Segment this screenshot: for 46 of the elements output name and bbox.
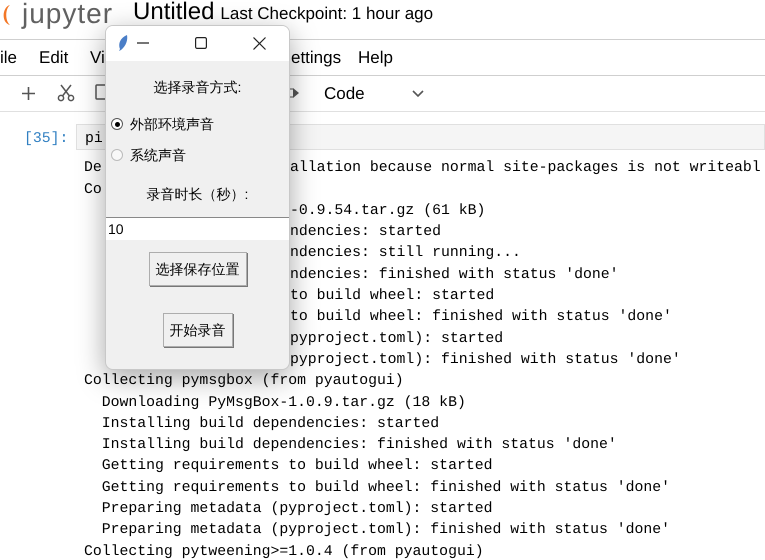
cell-prompt: [35]: bbox=[23, 130, 70, 149]
logo-icon bbox=[2, 4, 10, 26]
menu-item[interactable]: Vi bbox=[90, 44, 105, 70]
caret-icon bbox=[412, 90, 424, 98]
output-text: Installing build dependencies: finished with status 'done' bbox=[100, 436, 617, 456]
menu-item[interactable]: ile bbox=[0, 44, 18, 70]
feather-icon bbox=[117, 34, 129, 52]
output-text: Preparing metadata (pyproject.toml): finished with status 'done' bbox=[100, 521, 670, 540]
output-text: Getting requirements to build wheel: started bbox=[100, 457, 492, 476]
choose-location-button[interactable]: 选择保存位置 bbox=[148, 252, 246, 286]
output-text: to build wheel: started bbox=[290, 287, 494, 306]
start-recording-button[interactable]: 开始录音 bbox=[162, 313, 232, 347]
maximize-icon[interactable] bbox=[195, 37, 207, 49]
output-text: to build wheel: finished with status 'done' bbox=[290, 308, 672, 328]
output-text: ndencies: finished with status 'done' bbox=[290, 266, 619, 285]
output-text: Installing build dependencies: started bbox=[100, 414, 440, 434]
menu-item[interactable]: ettings bbox=[291, 44, 342, 70]
menu-item[interactable]: Edit bbox=[39, 44, 68, 70]
menu-item[interactable]: Help bbox=[358, 44, 393, 70]
add-icon[interactable] bbox=[21, 86, 36, 101]
minimize-icon[interactable] bbox=[137, 42, 149, 44]
output-text: allation because normal site-packages is not writeabl bbox=[290, 159, 761, 178]
output-text: pyproject.toml): finished with status 'done' bbox=[290, 350, 681, 370]
output-text: ndencies: started bbox=[290, 223, 441, 242]
output-text: pyproject.toml): started bbox=[290, 330, 504, 349]
output-text: De bbox=[84, 159, 103, 178]
scissors-icon[interactable] bbox=[57, 84, 75, 102]
radio-button[interactable] bbox=[111, 118, 123, 130]
output-text: Getting requirements to build wheel: finished with status 'done' bbox=[100, 478, 670, 498]
logo-text: jupyter bbox=[22, 0, 114, 30]
output-text: Collecting pymsgbox (from pyautogui) bbox=[84, 372, 404, 392]
duration-label: 录音时长（秒）: bbox=[146, 185, 248, 204]
checkpoint-text: Last Checkpoint: 1 hour ago bbox=[220, 4, 434, 24]
output-text: -0.9.54.tar.gz (61 kB) bbox=[290, 202, 486, 221]
cell-type-dropdown[interactable]: Code bbox=[316, 79, 432, 109]
output-text: Co bbox=[84, 180, 102, 200]
close-icon[interactable] bbox=[253, 37, 266, 50]
notebook-title[interactable]: Untitled bbox=[133, 0, 214, 25]
output-text: Downloading PyMsgBox-1.0.9.tar.gz (18 kB) bbox=[100, 394, 466, 413]
duration-field[interactable]: 10 bbox=[106, 217, 289, 240]
output-text: ndencies: still running... bbox=[290, 244, 521, 264]
radio-button[interactable] bbox=[111, 149, 123, 161]
output-text: Preparing metadata (pyproject.toml): started bbox=[100, 500, 492, 520]
output-text: Collecting pytweening>=1.0.4 (from pyautogui) bbox=[84, 542, 484, 560]
fast-forward-icon[interactable] bbox=[290, 87, 300, 99]
prompt-label: 选择录音方式: bbox=[154, 78, 242, 97]
